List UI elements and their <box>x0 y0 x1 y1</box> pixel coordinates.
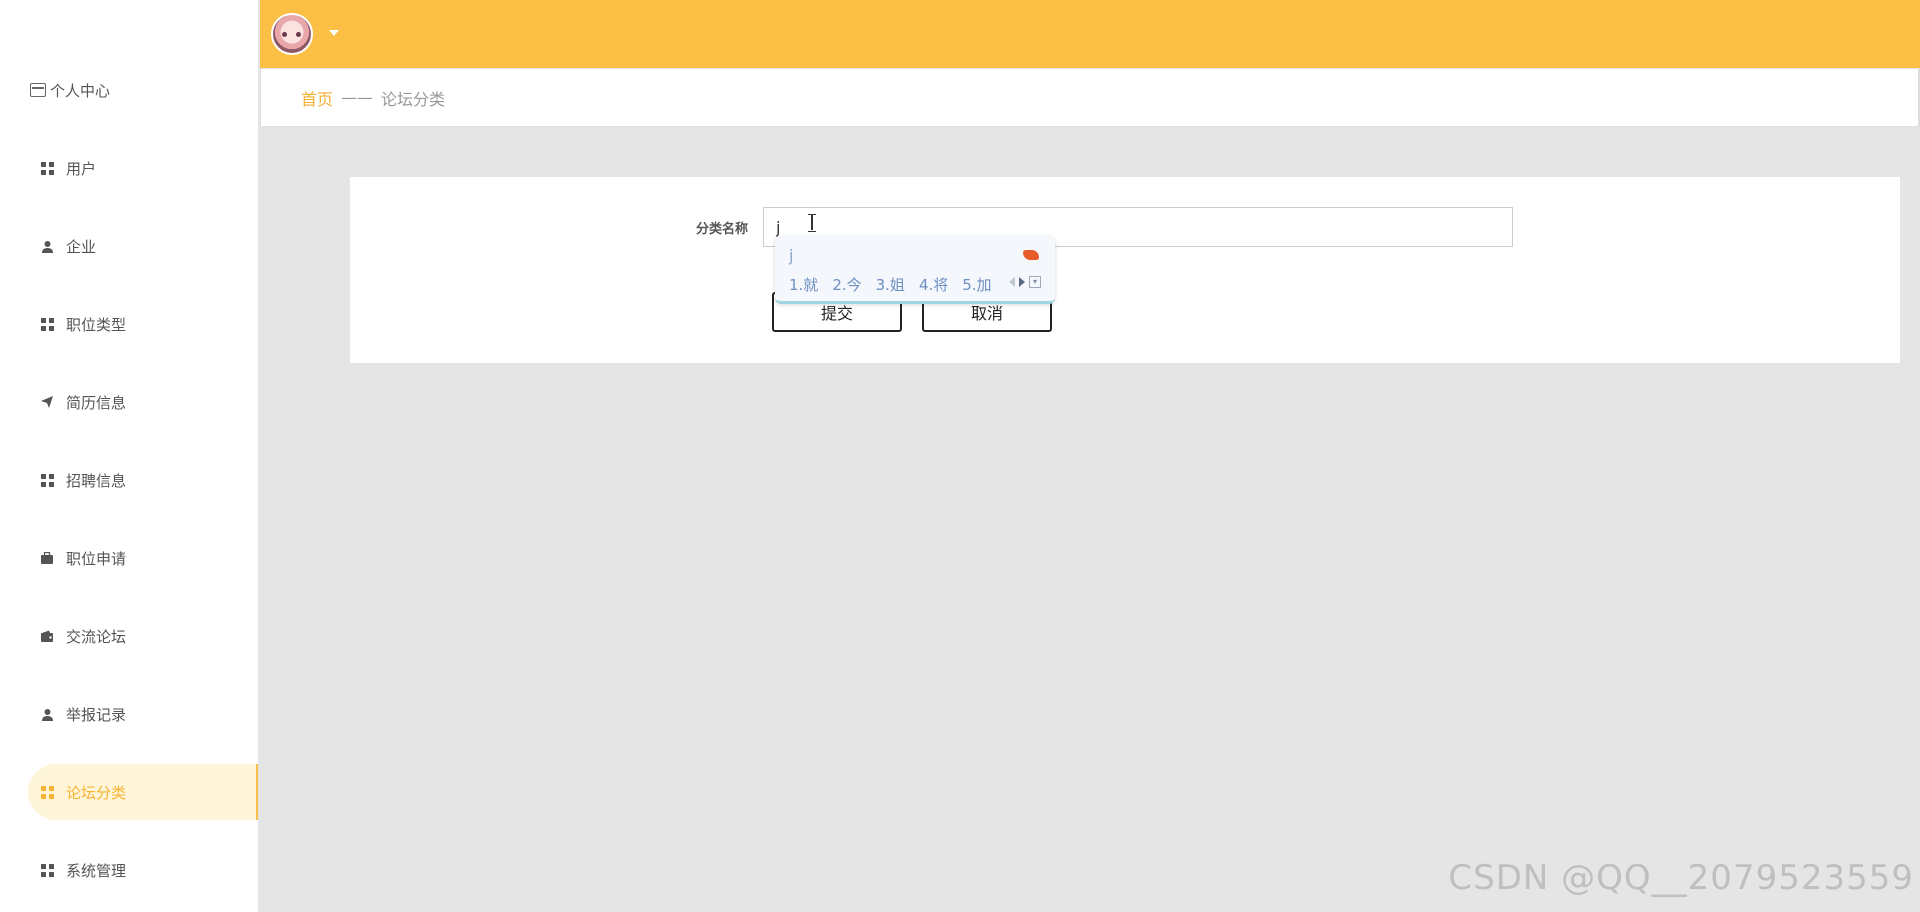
ime-candidate-popup: j 1.就 2.今 3.姐 4.将 5.加 ▾ <box>775 236 1055 304</box>
category-name-label: 分类名称 <box>696 222 749 237</box>
grid-icon <box>39 784 55 800</box>
sidebar-item-recruitment[interactable]: 招聘信息 <box>28 452 258 508</box>
sidebar-item-job-types[interactable]: 职位类型 <box>28 296 258 352</box>
person-icon <box>39 238 55 254</box>
grid-icon <box>39 472 55 488</box>
person-icon <box>39 706 55 722</box>
sidebar-item-resumes[interactable]: 简历信息 <box>28 374 258 430</box>
sidebar-item-enterprise[interactable]: 企业 <box>28 218 258 274</box>
ime-prev-icon[interactable] <box>1009 277 1015 287</box>
sidebar-item-forum-category[interactable]: 论坛分类 <box>28 764 258 820</box>
ime-candidate[interactable]: 3.姐 <box>876 274 905 295</box>
paper-plane-icon <box>39 394 55 410</box>
sidebar: 个人中心 用户 企业 职位类型 简历信息 招聘信息 职位申请 交流论坛 举报记录… <box>0 0 259 912</box>
ime-candidate-list: 1.就 2.今 3.姐 4.将 5.加 <box>789 274 992 295</box>
breadcrumb-home[interactable]: 首页 <box>301 86 333 110</box>
wallet-icon <box>39 628 55 644</box>
ime-candidate[interactable]: 5.加 <box>962 274 991 295</box>
ime-composition: j <box>789 246 794 265</box>
sidebar-item-label: 招聘信息 <box>66 471 127 490</box>
sidebar-item-reports[interactable]: 举报记录 <box>28 686 258 742</box>
grid-icon <box>39 160 55 176</box>
personal-center-label: 个人中心 <box>50 81 111 100</box>
sidebar-item-label: 论坛分类 <box>66 783 127 802</box>
sidebar-item-label: 企业 <box>66 237 97 256</box>
sidebar-item-label: 交流论坛 <box>66 627 127 646</box>
card-icon <box>30 83 46 97</box>
sidebar-item-label: 职位类型 <box>66 315 127 334</box>
breadcrumb-separator: —— <box>341 88 374 107</box>
ime-candidate[interactable]: 2.今 <box>832 274 861 295</box>
text-cursor-icon <box>808 214 816 232</box>
grid-icon <box>39 316 55 332</box>
personal-center-link[interactable]: 个人中心 <box>30 80 110 100</box>
sidebar-item-label: 职位申请 <box>66 549 127 568</box>
ime-logo-icon <box>1023 250 1039 260</box>
chevron-down-icon[interactable] <box>329 30 339 36</box>
sidebar-item-label: 用户 <box>66 159 97 178</box>
form-card <box>350 177 1900 363</box>
sidebar-item-label: 简历信息 <box>66 393 127 412</box>
sidebar-item-applications[interactable]: 职位申请 <box>28 530 258 586</box>
grid-icon <box>39 862 55 878</box>
ime-candidate[interactable]: 1.就 <box>789 274 818 295</box>
ime-candidate[interactable]: 4.将 <box>919 274 948 295</box>
top-header <box>260 0 1920 68</box>
breadcrumb: 首页 —— 论坛分类 <box>260 68 1920 127</box>
sidebar-item-users[interactable]: 用户 <box>28 140 258 196</box>
ime-pager: ▾ <box>1009 276 1041 288</box>
briefcase-icon <box>39 550 55 566</box>
sidebar-item-label: 举报记录 <box>66 705 127 724</box>
avatar[interactable] <box>271 13 313 55</box>
sidebar-item-system[interactable]: 系统管理 <box>28 842 258 898</box>
sidebar-item-forum[interactable]: 交流论坛 <box>28 608 258 664</box>
watermark: CSDN @QQ__2079523559 <box>1448 858 1914 898</box>
breadcrumb-current: 论坛分类 <box>381 89 446 109</box>
ime-expand-icon[interactable]: ▾ <box>1029 276 1041 288</box>
ime-next-icon[interactable] <box>1019 277 1025 287</box>
sidebar-item-label: 系统管理 <box>66 861 127 880</box>
